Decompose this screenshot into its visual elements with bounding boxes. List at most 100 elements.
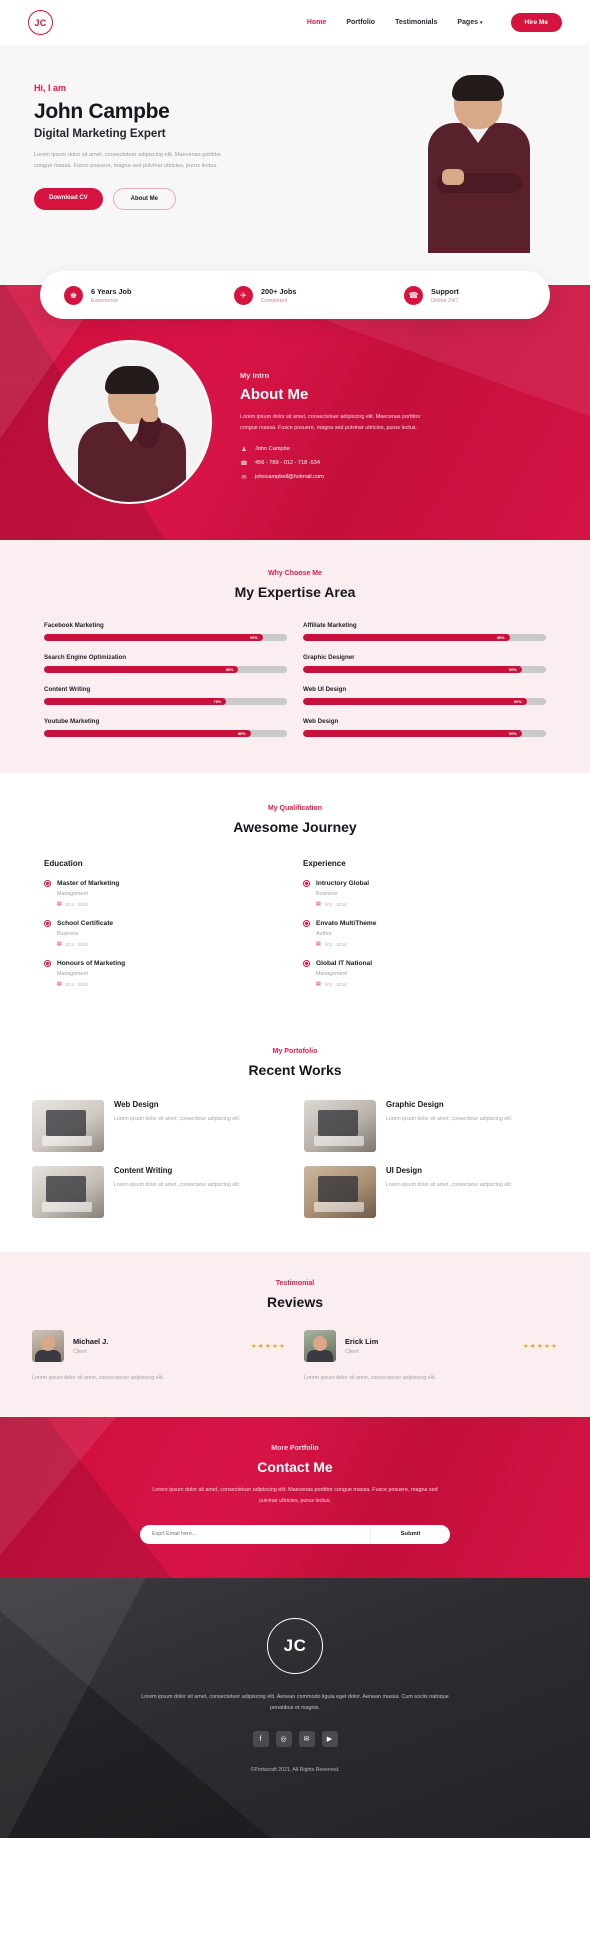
about-section: My Intro About Me Lorem ipsum dolor sit …	[0, 285, 590, 540]
testimonial-text: Lorem ipsum dolor sit amet, consectetuer…	[304, 1375, 436, 1381]
testimonial-card: Erick Lim Client ★★★★★ Lorem ipsum dolor…	[304, 1330, 558, 1383]
education-item: Master of Marketing Management ▤ 201 - 20…	[44, 880, 287, 907]
portfolio-subtitle: My Portofolio	[272, 1048, 318, 1055]
email-icon: ✉	[241, 474, 247, 481]
nav-item-pages[interactable]: Pages ▾	[457, 19, 482, 26]
skill-fill: 85%	[303, 634, 510, 641]
copyright-text: ©Portacraft 2021, All Rights Reserved.	[250, 1767, 340, 1774]
experience-column: Experience Intructory Global Business ▤ 2…	[303, 859, 546, 1000]
nav-item-pages-label: Pages	[457, 19, 478, 26]
qualification-subtitle: My Qualification	[267, 805, 323, 812]
portfolio-section: My Portofolio Recent Works Web Design Lo…	[0, 1040, 590, 1252]
education-subtitle: Management	[57, 891, 88, 897]
facebook-icon[interactable]: f	[252, 1731, 269, 1748]
stat-subtitle: Completed	[261, 297, 288, 304]
footer: JC Lorem ipsum dolor sit amet, consectet…	[0, 1577, 590, 1838]
skill-item: Content Writing 75%	[44, 686, 287, 705]
rocket-icon: ✈	[234, 285, 253, 305]
about-portrait-image	[48, 340, 212, 504]
testimonial-name: Erick Lim	[345, 1337, 379, 1346]
stat-title: 200+ Jobs	[261, 286, 297, 296]
education-title: Master of Marketing	[57, 880, 120, 887]
skill-label: Affiliate Marketing	[303, 622, 357, 629]
headset-icon: ☎	[404, 285, 423, 305]
skill-track: 75%	[44, 698, 287, 705]
skill-track: 90%	[303, 730, 546, 737]
education-column: Education Master of Marketing Management…	[44, 859, 287, 1000]
footer-social-links: f ◎ ✉ ▶	[252, 1731, 338, 1748]
testimonial-card: Michael J. Client ★★★★★ Lorem ipsum dolo…	[32, 1330, 286, 1383]
rating-stars-icon: ★★★★★	[522, 1343, 558, 1350]
education-item: School Certificate Business ▤ 201 - 2014	[44, 920, 287, 947]
submit-button[interactable]: Submit	[370, 1524, 450, 1544]
contact-section: More Portfolio Contact Me Lorem ipsum do…	[0, 1417, 590, 1578]
hero-section: Hi, I am John Campbe Digital Marketing E…	[0, 45, 590, 285]
skill-percent: 90%	[250, 635, 258, 640]
skill-percent: 85%	[496, 635, 505, 640]
timeline-dot-icon	[303, 880, 310, 887]
twitter-icon[interactable]: ✉	[298, 1731, 315, 1748]
portfolio-item-description: Lorem ipsum dolor sit amet, consectetur …	[386, 1182, 513, 1188]
skill-percent: 92%	[513, 699, 522, 704]
skills-grid: Facebook Marketing 90% Search Engine Opt…	[0, 622, 590, 737]
skill-item: Search Engine Optimization 80%	[44, 654, 287, 673]
education-subtitle: Business	[57, 931, 79, 937]
portfolio-card[interactable]: UI Design Lorem ipsum dolor sit amet, co…	[304, 1166, 558, 1218]
skill-item: Youtube Marketing 85%	[44, 718, 287, 737]
nav-item-testimonials[interactable]: Testimonials	[395, 19, 437, 26]
portfolio-card[interactable]: Content Writing Lorem ipsum dolor sit am…	[32, 1166, 286, 1218]
portfolio-item-description: Lorem ipsum dolor sit amet, consectetur …	[386, 1116, 513, 1122]
testimonial-role: Client	[73, 1349, 87, 1355]
testimonial-role: Client	[345, 1349, 359, 1355]
instagram-icon[interactable]: ◎	[275, 1731, 292, 1748]
expertise-title: My Expertise Area	[234, 584, 356, 600]
testimonials-subtitle: Testimonial	[275, 1280, 315, 1287]
nav-item-portfolio[interactable]: Portfolio	[346, 19, 375, 26]
email-field[interactable]	[140, 1524, 370, 1544]
chevron-down-icon: ▾	[480, 20, 483, 26]
stat-subtitle: Online 24/7	[431, 297, 459, 304]
download-cv-button[interactable]: Download CV	[34, 187, 103, 210]
avatar	[304, 1330, 336, 1362]
skill-track: 92%	[303, 698, 546, 705]
skill-item: Graphic Designer 90%	[303, 654, 546, 673]
hire-me-button[interactable]: Hire Me	[510, 13, 562, 32]
nav-links: Home Portfolio Testimonials Pages ▾ Hire …	[307, 13, 562, 32]
skill-track: 80%	[44, 666, 287, 673]
experience-date: 201 - 2014	[324, 981, 347, 987]
calendar-icon: ▤	[57, 941, 62, 947]
testimonials-grid: Michael J. Client ★★★★★ Lorem ipsum dolo…	[0, 1330, 590, 1383]
site-logo[interactable]: JC	[28, 10, 53, 35]
portfolio-card[interactable]: Graphic Design Lorem ipsum dolor sit ame…	[304, 1100, 558, 1152]
timeline-dot-icon	[44, 960, 51, 967]
experience-date: 201 - 2014	[324, 941, 347, 947]
portfolio-item-title: UI Design	[386, 1166, 422, 1175]
expertise-section: Why Choose Me My Expertise Area Facebook…	[0, 540, 590, 773]
about-contact-email: ✉ johncampbell@hotmail.com	[240, 474, 450, 481]
youtube-icon[interactable]: ▶	[321, 1731, 338, 1748]
education-date: 201 - 2014	[65, 941, 88, 947]
avatar	[32, 1330, 64, 1362]
testimonial-name: Michael J.	[73, 1337, 109, 1346]
rating-stars-icon: ★★★★★	[250, 1343, 286, 1350]
portfolio-item-description: Lorem ipsum dolor sit amet, consectetur …	[114, 1182, 241, 1188]
stat-title: Support	[431, 286, 459, 296]
contact-description: Lorem ipsum dolor sit amet, consectetuer…	[152, 1487, 438, 1504]
skill-label: Facebook Marketing	[44, 622, 104, 629]
nav-item-home[interactable]: Home	[307, 19, 326, 26]
hero-description: Lorem ipsum dolor sit amet, consectetuer…	[34, 152, 222, 170]
timeline-dot-icon	[303, 920, 310, 927]
about-me-button[interactable]: About Me	[112, 187, 176, 210]
portfolio-thumbnail	[32, 1100, 104, 1152]
testimonial-text: Lorem ipsum dolor sit amet, consectetuer…	[32, 1375, 164, 1381]
education-heading: Education	[44, 859, 83, 868]
portfolio-card[interactable]: Web Design Lorem ipsum dolor sit amet, c…	[32, 1100, 286, 1152]
education-date: 201 - 2014	[65, 901, 88, 907]
qualification-title: Awesome Journey	[233, 819, 357, 835]
experience-subtitle: Management	[316, 971, 347, 977]
calendar-icon: ▤	[57, 901, 62, 907]
footer-description: Lorem ipsum dolor sit amet, consectetuer…	[141, 1693, 449, 1711]
skill-fill: 90%	[303, 666, 522, 673]
qualification-columns: Education Master of Marketing Management…	[0, 859, 590, 1000]
hero-portrait-image	[420, 73, 538, 253]
